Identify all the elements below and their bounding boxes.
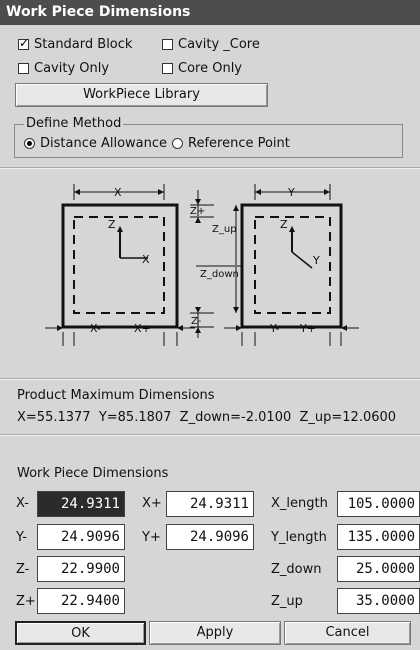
- diagram-label-xplus: X+: [134, 322, 151, 335]
- work-piece-heading: Work Piece Dimensions: [17, 466, 169, 481]
- y-length-input[interactable]: 135.0000: [337, 524, 420, 550]
- y-plus-label: Y+: [142, 530, 161, 545]
- z-plus-label: Z+: [16, 594, 36, 609]
- x-minus-label: X-: [16, 496, 29, 511]
- z-up-label: Z_up: [271, 594, 303, 609]
- z-minus-input[interactable]: 22.9900: [37, 556, 125, 582]
- workpiece-outline-yz: [240, 203, 343, 329]
- checkbox-checked-icon: [18, 36, 29, 50]
- x-minus-input[interactable]: 24.9311: [37, 491, 125, 517]
- diagram-label-yplus: Y+: [299, 322, 316, 335]
- cavity-core-label: Cavity _Core: [178, 36, 260, 52]
- standard-block-checkbox[interactable]: Standard Block: [18, 35, 132, 53]
- x-plus-label: X+: [142, 496, 162, 511]
- cavity-only-label: Cavity Only: [34, 60, 110, 76]
- x-length-input[interactable]: 105.0000: [337, 491, 420, 517]
- checkbox-icon: [18, 62, 29, 74]
- z-minus-label: Z-: [16, 562, 30, 577]
- y-length-label: Y_length: [271, 530, 327, 545]
- z-down-label: Z_down: [271, 562, 322, 577]
- workpiece-outline-xz: [61, 203, 179, 329]
- product-max-heading: Product Maximum Dimensions: [17, 388, 215, 403]
- z-up-input[interactable]: 35.0000: [337, 588, 420, 614]
- y-minus-label: Y-: [16, 530, 28, 545]
- cavity-only-checkbox[interactable]: Cavity Only: [18, 59, 109, 77]
- z-down-input[interactable]: 25.0000: [337, 556, 420, 582]
- separator: [0, 434, 420, 436]
- core-only-label: Core Only: [178, 60, 242, 76]
- define-method-legend: Define Method: [24, 116, 124, 131]
- diagram-label-zdown: Z_down: [200, 269, 239, 280]
- reference-point-label: Reference Point: [188, 135, 290, 151]
- diagram-label-xminus: X-: [90, 322, 101, 335]
- workpiece-library-button[interactable]: WorkPiece Library: [15, 83, 268, 107]
- diagram-label-y: Y: [287, 186, 295, 199]
- diagram-label-zminus: Z-: [191, 316, 202, 327]
- ok-button[interactable]: OK: [15, 621, 146, 645]
- diagram-axis-x: X: [142, 253, 150, 266]
- checkbox-icon: [162, 62, 173, 74]
- diagram-axis-z-right: Z: [280, 218, 288, 231]
- y-plus-input[interactable]: 24.9096: [166, 524, 254, 550]
- diagram-label-zup: Z_up: [212, 224, 237, 235]
- standard-block-label: Standard Block: [34, 36, 133, 52]
- separator: [0, 167, 420, 169]
- window-title: Work Piece Dimensions: [0, 0, 420, 25]
- distance-allowance-radio[interactable]: Distance Allowance: [24, 134, 167, 152]
- reference-point-radio[interactable]: Reference Point: [172, 134, 290, 152]
- product-max-values: X=55.1377 Y=85.1807 Z_down=-2.0100 Z_up=…: [17, 410, 397, 425]
- core-only-checkbox[interactable]: Core Only: [162, 59, 242, 77]
- diagram-axis-y: Y: [312, 254, 320, 267]
- workpiece-diagram: X Y Z+ Z_up Z_down Z- Z X Z Y X- X+ Y- Y…: [45, 184, 359, 346]
- checkbox-icon: [162, 38, 173, 50]
- diagram-axis-z-left: Z: [108, 218, 116, 231]
- diagram-label-zplus: Z+: [190, 206, 205, 217]
- x-plus-input[interactable]: 24.9311: [166, 491, 254, 517]
- apply-button[interactable]: Apply: [149, 621, 281, 645]
- diagram-label-x: X: [114, 186, 122, 199]
- diagram-label-yminus: Y-: [269, 322, 279, 335]
- z-plus-input[interactable]: 22.9400: [37, 588, 125, 614]
- cavity-core-checkbox[interactable]: Cavity _Core: [162, 35, 260, 53]
- separator: [0, 378, 420, 380]
- cancel-button[interactable]: Cancel: [284, 621, 411, 645]
- radio-selected-icon: [24, 137, 35, 149]
- distance-allowance-label: Distance Allowance: [40, 135, 168, 151]
- radio-icon: [172, 137, 183, 149]
- x-length-label: X_length: [271, 496, 328, 511]
- y-minus-input[interactable]: 24.9096: [37, 524, 125, 550]
